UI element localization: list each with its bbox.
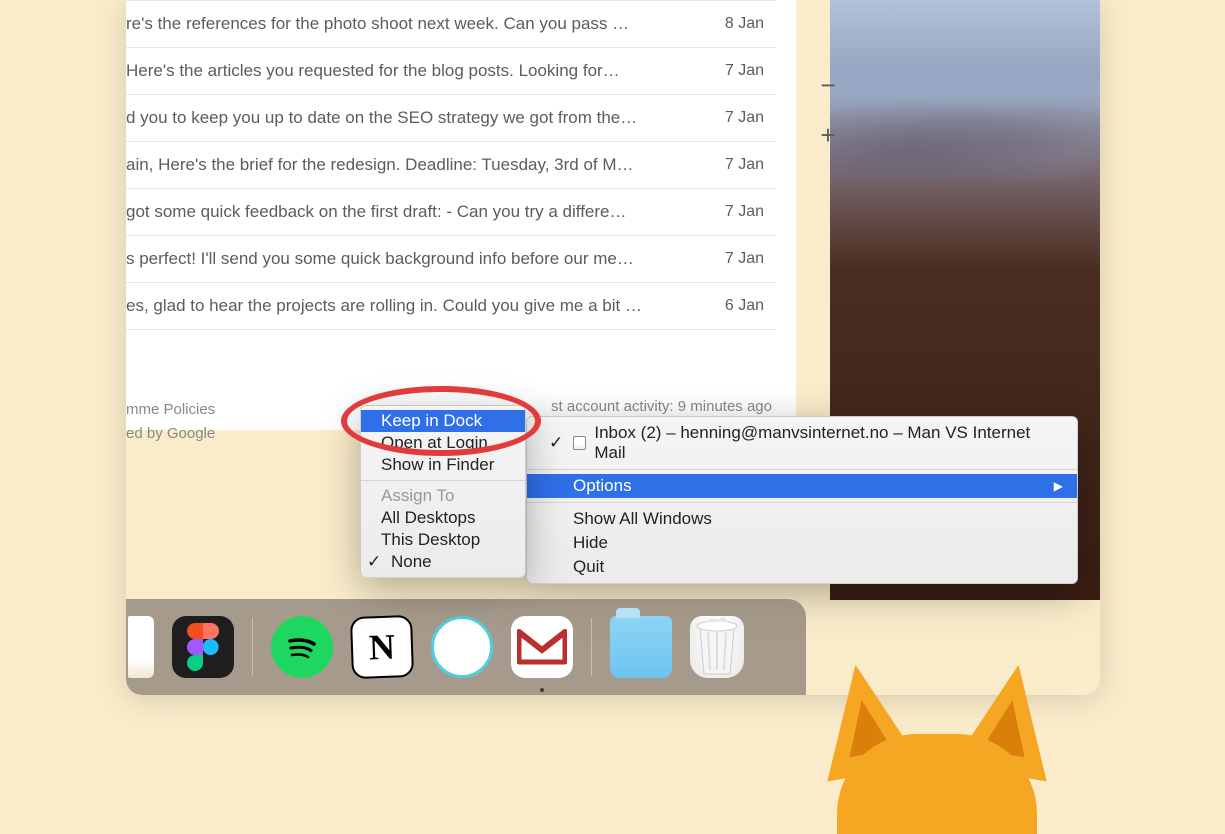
dock-app-webapp[interactable] xyxy=(431,616,493,678)
menu-separator xyxy=(361,480,525,481)
mail-row[interactable]: s perfect! I'll send you some quick back… xyxy=(126,236,776,283)
mail-row[interactable]: d you to keep you up to date on the SEO … xyxy=(126,95,776,142)
zoom-out-button[interactable]: − xyxy=(806,60,850,110)
mail-subject: s perfect! I'll send you some quick back… xyxy=(126,249,705,269)
menu-show-all-label: Show All Windows xyxy=(573,509,712,529)
zoom-in-button[interactable]: + xyxy=(806,110,850,160)
menu-options-label: Options xyxy=(573,476,632,496)
none-label: None xyxy=(391,552,432,572)
mail-row[interactable]: es, glad to hear the projects are rollin… xyxy=(126,283,776,330)
dock-app-figma[interactable] xyxy=(172,616,234,678)
mail-list: re's the references for the photo shoot … xyxy=(126,0,776,330)
mail-row[interactable]: Here's the articles you requested for th… xyxy=(126,48,776,95)
dock-separator xyxy=(591,618,592,676)
mail-subject: got some quick feedback on the first dra… xyxy=(126,202,705,222)
dock-trash[interactable] xyxy=(690,616,744,678)
submenu-arrow-icon: ▶ xyxy=(1054,479,1063,493)
show-in-finder-label: Show in Finder xyxy=(381,455,494,475)
mail-subject: Here's the articles you requested for th… xyxy=(126,61,705,81)
mail-date: 7 Jan xyxy=(725,203,764,221)
mail-date: 7 Jan xyxy=(725,109,764,127)
submenu-open-at-login[interactable]: Open at Login xyxy=(361,432,525,454)
menu-item-show-all[interactable]: Show All Windows xyxy=(527,507,1077,531)
mail-row[interactable]: got some quick feedback on the first dra… xyxy=(126,189,776,236)
mail-row[interactable]: re's the references for the photo shoot … xyxy=(126,0,776,48)
menu-item-window[interactable]: ✓ Inbox (2) – henning@manvsinternet.no –… xyxy=(527,421,1077,465)
dock-app-spotify[interactable] xyxy=(271,616,333,678)
assign-to-label: Assign To xyxy=(381,486,454,506)
running-indicator-icon xyxy=(540,688,544,692)
all-desktops-label: All Desktops xyxy=(381,508,475,528)
mail-date: 8 Jan xyxy=(725,15,764,33)
mail-subject: es, glad to hear the projects are rollin… xyxy=(126,296,705,316)
notion-icon: N xyxy=(368,626,395,669)
mail-date: 7 Jan xyxy=(725,250,764,268)
menu-quit-label: Quit xyxy=(573,557,604,577)
this-desktop-label: This Desktop xyxy=(381,530,480,550)
menu-item-options[interactable]: Options ▶ xyxy=(527,474,1077,498)
gmail-icon xyxy=(517,628,567,666)
check-icon: ✓ xyxy=(549,433,565,453)
footer-text: mme Policies ed by Google xyxy=(126,398,215,446)
window-icon xyxy=(573,436,587,450)
submenu-all-desktops[interactable]: All Desktops xyxy=(361,507,525,529)
account-activity: st account activity: 9 minutes ago xyxy=(551,398,772,415)
keep-in-dock-label: Keep in Dock xyxy=(381,411,482,431)
mail-date: 7 Jan xyxy=(725,62,764,80)
mail-subject: ain, Here's the brief for the redesign. … xyxy=(126,155,705,175)
screenshot-window: re's the references for the photo shoot … xyxy=(126,0,1100,695)
mail-subject: re's the references for the photo shoot … xyxy=(126,14,705,34)
submenu-show-in-finder[interactable]: Show in Finder xyxy=(361,454,525,476)
mail-date: 7 Jan xyxy=(725,156,764,174)
submenu-keep-in-dock[interactable]: Keep in Dock xyxy=(361,410,525,432)
spotify-icon xyxy=(282,627,322,667)
menu-separator xyxy=(527,469,1077,470)
menu-separator xyxy=(527,502,1077,503)
trash-icon xyxy=(690,616,744,678)
menu-window-label: Inbox (2) – henning@manvsinternet.no – M… xyxy=(594,423,1055,463)
mail-subject: d you to keep you up to date on the SEO … xyxy=(126,108,705,128)
zoom-controls: − + xyxy=(806,60,850,160)
check-icon: ✓ xyxy=(367,552,383,572)
menu-item-quit[interactable]: Quit xyxy=(527,555,1077,579)
menu-hide-label: Hide xyxy=(573,533,608,553)
dock-app-notes[interactable] xyxy=(128,616,154,678)
options-submenu: Keep in Dock Open at Login Show in Finde… xyxy=(360,405,526,578)
open-at-login-label: Open at Login xyxy=(381,433,488,453)
menu-item-hide[interactable]: Hide xyxy=(527,531,1077,555)
dock: N xyxy=(126,599,806,695)
footer-google: ed by Google xyxy=(126,422,215,446)
dock-app-gmail[interactable] xyxy=(511,616,573,678)
dock-app-notion[interactable]: N xyxy=(350,615,414,679)
mail-app: re's the references for the photo shoot … xyxy=(126,0,796,430)
dock-downloads-folder[interactable] xyxy=(610,616,672,678)
figma-icon xyxy=(187,623,219,671)
submenu-assign-to: Assign To xyxy=(361,485,525,507)
mail-date: 6 Jan xyxy=(725,297,764,315)
mail-row[interactable]: ain, Here's the brief for the redesign. … xyxy=(126,142,776,189)
submenu-this-desktop[interactable]: This Desktop xyxy=(361,529,525,551)
footer-policies: mme Policies xyxy=(126,398,215,422)
cat-decoration xyxy=(817,664,1057,784)
submenu-none[interactable]: ✓ None xyxy=(361,551,525,573)
dock-context-menu: ✓ Inbox (2) – henning@manvsinternet.no –… xyxy=(526,416,1078,584)
dock-separator xyxy=(252,618,253,676)
